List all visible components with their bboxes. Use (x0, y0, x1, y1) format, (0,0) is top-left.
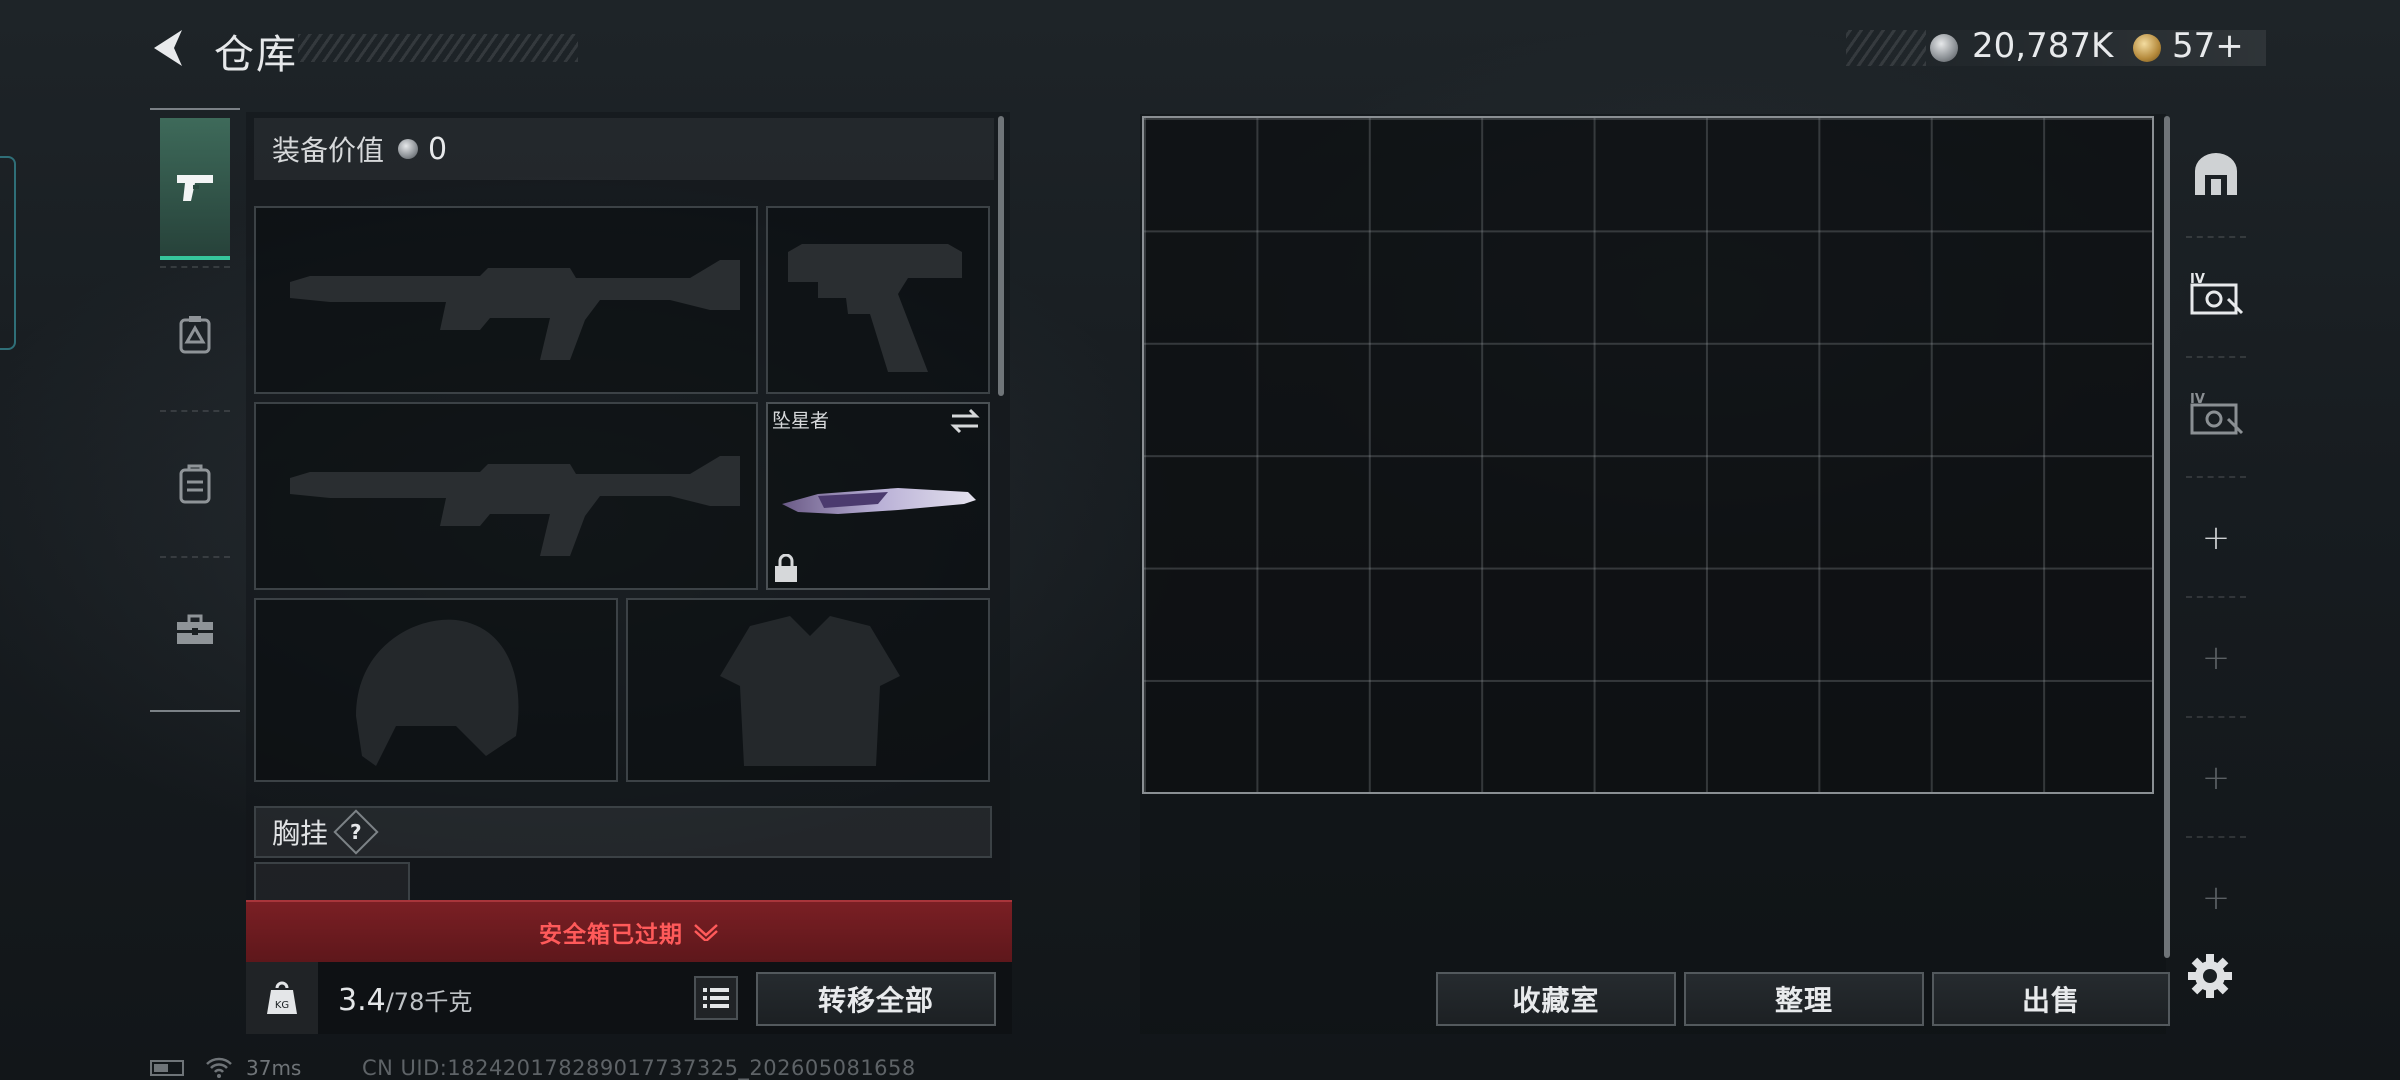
plus-icon: + (2201, 518, 2231, 558)
loadout-scrollbar[interactable] (998, 116, 1004, 396)
chest-rig-label: 胸挂 (272, 817, 329, 850)
melee-item-name: 坠星者 (772, 410, 830, 432)
pistol-icon (177, 175, 213, 201)
stash-tab-safebox-2[interactable]: IV (2182, 364, 2250, 464)
rifle-silhouette-icon (290, 456, 740, 556)
safebox-icon: IV (2190, 272, 2244, 315)
tab-toolbox[interactable] (150, 560, 240, 700)
backpack-icon (179, 464, 211, 504)
secure-case-expired-text: 安全箱已过期 (539, 922, 683, 948)
title-decoration (298, 34, 578, 62)
add-stash-button-4[interactable]: + (2182, 848, 2250, 948)
briefcase-icon (177, 614, 213, 644)
add-stash-button-2[interactable]: + (2182, 608, 2250, 708)
weight-icon: KG (267, 981, 297, 1014)
stash-scrollbar[interactable] (2164, 116, 2170, 958)
warehouse-icon (2195, 153, 2237, 195)
stash-grid[interactable] (1142, 116, 2154, 794)
stash-tab-warehouse[interactable] (2182, 124, 2250, 224)
rail-divider (150, 108, 240, 110)
network-latency: 37ms (246, 1056, 302, 1080)
transfer-all-button[interactable]: 转移全部 (756, 972, 996, 1026)
primary-weapon-slot-2[interactable] (254, 402, 758, 590)
wifi-icon (206, 1057, 232, 1078)
plus-icon: + (2201, 638, 2231, 678)
collection-room-button[interactable]: 收藏室 (1436, 972, 1676, 1026)
add-stash-button-3[interactable]: + (2182, 728, 2250, 828)
sidearm-slot[interactable] (766, 206, 990, 394)
vest-silhouette-icon (720, 616, 900, 766)
helmet-silhouette-icon (356, 619, 519, 766)
stash-tab-safebox-1[interactable]: IV (2182, 244, 2250, 344)
weight-icon-box: KG (246, 962, 318, 1034)
sell-button[interactable]: 出售 (1932, 972, 2170, 1026)
chevron-down-icon (694, 924, 718, 941)
user-uid: CN UID:182420178289017737325_20260508165… (362, 1056, 916, 1080)
carry-weight: 3.4/78千克 (338, 983, 473, 1018)
page-title: 仓库 (214, 32, 298, 78)
medkit-icon (179, 316, 211, 354)
swap-icon[interactable] (948, 406, 982, 436)
gold-currency-amount[interactable]: 57+ (2172, 26, 2244, 66)
primary-weapon-slot-1[interactable] (254, 206, 758, 394)
lock-icon (775, 554, 797, 582)
chest-rig-bar[interactable]: 胸挂 ? (254, 806, 992, 858)
silver-currency-amount[interactable]: 20,787K (1972, 26, 2113, 66)
back-arrow-icon[interactable] (148, 26, 192, 70)
svg-text:KG: KG (275, 1000, 289, 1011)
helmet-slot[interactable] (254, 598, 618, 782)
list-icon (703, 988, 729, 1008)
help-icon[interactable]: ? (333, 809, 379, 855)
knife-icon (782, 488, 976, 514)
add-stash-button-1[interactable]: + (2182, 488, 2250, 588)
secure-case-expired-banner[interactable]: 安全箱已过期 (246, 900, 1012, 962)
settings-gear-icon[interactable] (2186, 952, 2234, 1000)
battery-icon (150, 1060, 184, 1076)
equipment-value-bar: 装备价值 0 (254, 118, 994, 180)
equipment-value-amount: 0 (428, 131, 448, 167)
rail-divider (150, 710, 240, 712)
silver-coin-icon (398, 139, 419, 159)
tab-weapons[interactable] (160, 118, 230, 260)
plus-icon: + (2201, 878, 2231, 918)
tab-supplies[interactable] (150, 270, 240, 400)
plus-icon: + (2201, 758, 2231, 798)
safebox-icon: IV (2190, 392, 2244, 435)
list-view-button[interactable] (694, 976, 738, 1020)
rifle-silhouette-icon (290, 260, 740, 360)
tab-backpack[interactable] (150, 414, 240, 554)
pistol-silhouette-icon (788, 244, 962, 372)
gold-coin-icon (2133, 34, 2161, 62)
silver-coin-icon (1930, 34, 1958, 62)
body-armor-slot[interactable] (626, 598, 990, 782)
side-drawer-handle[interactable] (0, 156, 16, 350)
organize-button[interactable]: 整理 (1684, 972, 1924, 1026)
equipment-value-label: 装备价值 (272, 134, 385, 167)
